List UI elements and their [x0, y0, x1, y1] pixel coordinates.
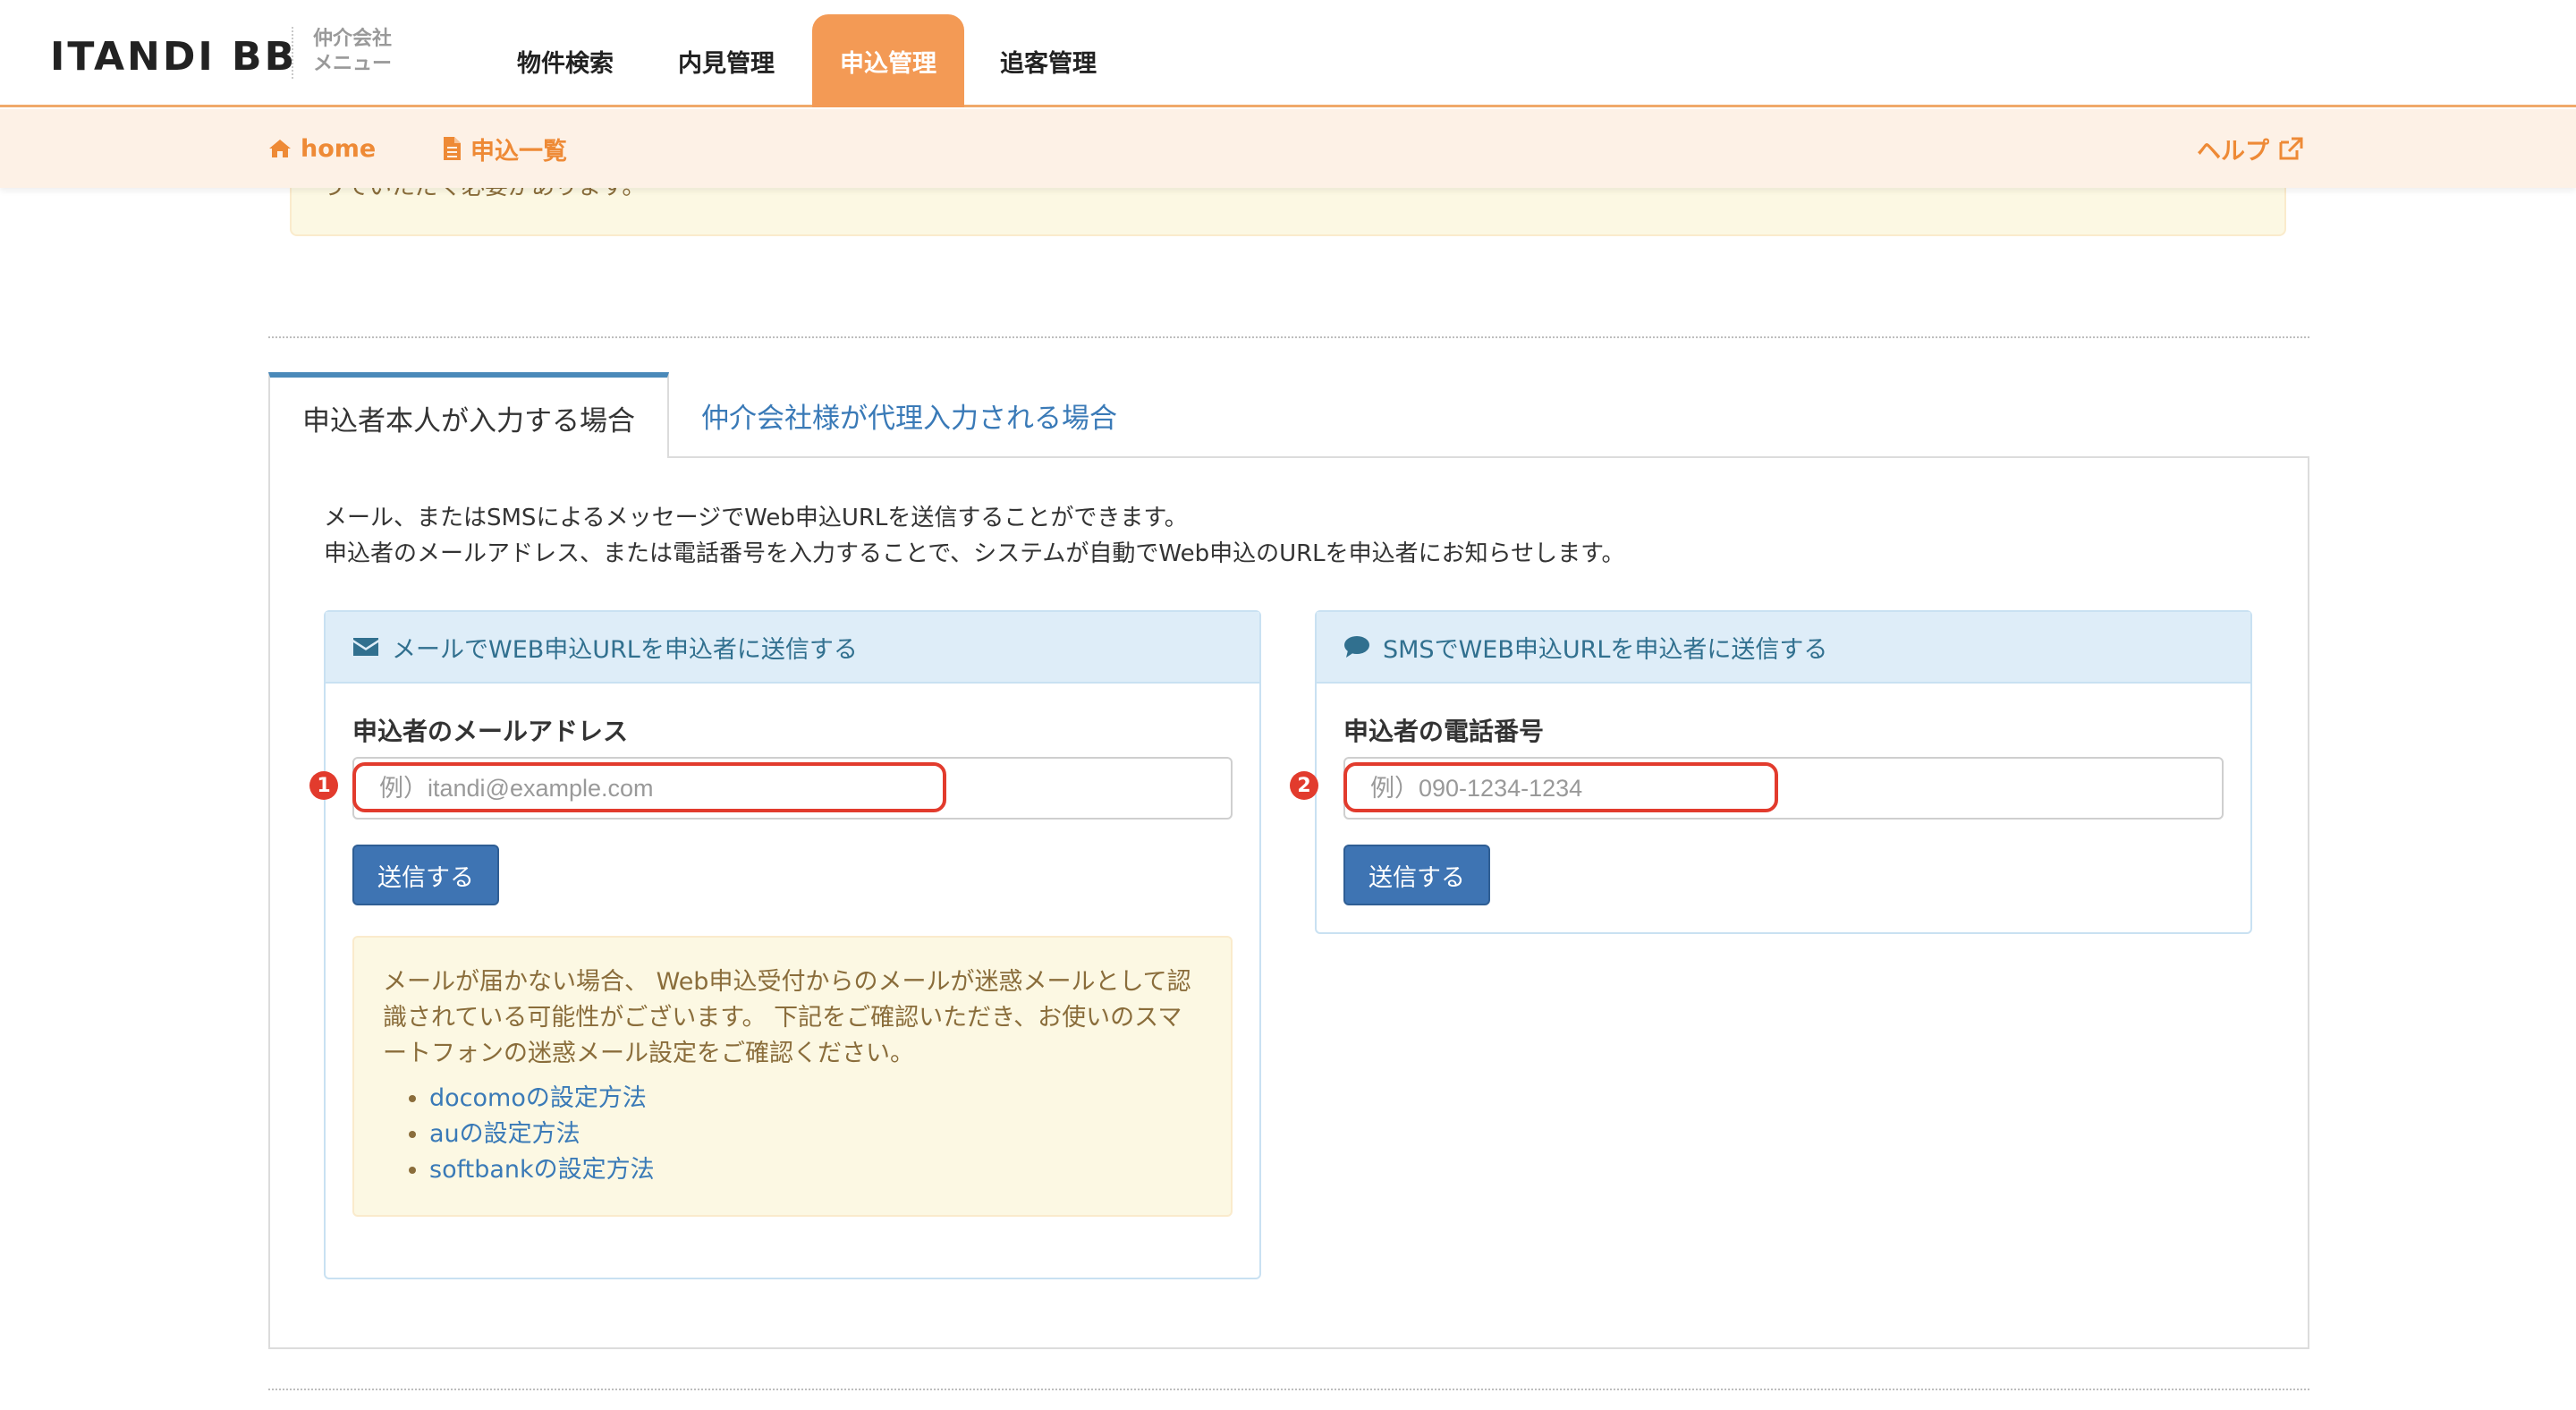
nav-tab-property-search[interactable]: 物件検索 — [490, 14, 640, 107]
list-item: docomoの設定方法 — [429, 1081, 1202, 1117]
application-list-link[interactable]: 申込一覧 — [442, 132, 567, 166]
nav-tab-viewing-management[interactable]: 内見管理 — [651, 14, 801, 107]
sms-send-button[interactable]: 送信する — [1343, 845, 1490, 905]
spam-warning-box: メールが届かない場合、 Web申込受付からのメールが迷惑メールとして認識されてい… — [352, 936, 1233, 1217]
top-header: ITANDI BB 仲介会社 メニュー 物件検索 内見管理 申込管理 追客管理 — [0, 0, 2576, 107]
application-list-label: 申込一覧 — [470, 137, 567, 166]
help-link[interactable]: ヘルプ — [2197, 132, 2303, 166]
divider — [268, 336, 2309, 338]
help-link-label: ヘルプ — [2197, 137, 2269, 166]
logo-subtitle-line2: メニュー — [313, 53, 393, 75]
comment-icon — [1344, 636, 1369, 658]
logo[interactable]: ITANDI BB — [50, 34, 297, 80]
step-badge-2: 2 — [1290, 771, 1318, 800]
sms-card-title: SMSでWEB申込URLを申込者に送信する — [1383, 635, 1828, 664]
list-item: softbankの設定方法 — [429, 1152, 1202, 1188]
docomo-settings-link[interactable]: docomoの設定方法 — [429, 1084, 647, 1112]
tab-agent-input[interactable]: 仲介会社様が代理入力される場合 — [701, 372, 1117, 458]
email-input[interactable] — [352, 757, 1233, 820]
description-line-2: 申込者のメールアドレス、または電話番号を入力することで、システムが自動でWeb申… — [324, 540, 1625, 567]
au-settings-link[interactable]: auの設定方法 — [429, 1120, 580, 1148]
nav-tab-customer-tracking[interactable]: 追客管理 — [973, 14, 1123, 107]
home-link-label: home — [301, 134, 377, 163]
email-send-button[interactable]: 送信する — [352, 845, 499, 905]
email-card-header: メールでWEB申込URLを申込者に送信する — [326, 612, 1259, 684]
nav-tab-application-management[interactable]: 申込管理 — [812, 14, 964, 107]
logo-subtitle-line1: 仲介会社 — [313, 28, 393, 50]
logo-divider — [292, 27, 293, 79]
sms-card-header: SMSでWEB申込URLを申込者に送信する — [1317, 612, 2250, 684]
page: ITANDI BB 仲介会社 メニュー 物件検索 内見管理 申込管理 追客管理 … — [0, 0, 2576, 1410]
home-icon — [269, 140, 291, 157]
email-label: 申込者のメールアドレス — [352, 717, 629, 746]
document-icon — [444, 137, 461, 160]
carrier-links-list: docomoの設定方法 auの設定方法 softbankの設定方法 — [383, 1081, 1202, 1188]
email-card-title: メールでWEB申込URLを申込者に送信する — [392, 635, 858, 664]
phone-label: 申込者の電話番号 — [1343, 717, 1545, 746]
logo-subtitle: 仲介会社 メニュー — [313, 27, 392, 77]
tab-applicant-input[interactable]: 申込者本人が入力する場合 — [268, 372, 669, 458]
step-badge-1: 1 — [309, 771, 338, 800]
list-item: auの設定方法 — [429, 1117, 1202, 1152]
home-link[interactable]: home — [268, 132, 376, 165]
external-link-icon — [2279, 137, 2303, 160]
sub-header: home 申込一覧 ヘルプ — [0, 109, 2576, 188]
envelope-icon — [353, 638, 378, 656]
phone-input[interactable] — [1343, 757, 2224, 820]
softbank-settings-link[interactable]: softbankの設定方法 — [429, 1156, 655, 1184]
email-card: メールでWEB申込URLを申込者に送信する 申込者のメールアドレス 送信する メ… — [324, 610, 1261, 1279]
divider — [268, 1389, 2309, 1390]
spam-warning-text: メールが届かない場合、 Web申込受付からのメールが迷惑メールとして認識されてい… — [383, 968, 1191, 1067]
description-line-1: メール、またはSMSによるメッセージでWeb申込URLを送信することができます。 — [324, 505, 1188, 531]
sms-card: SMSでWEB申込URLを申込者に送信する 申込者の電話番号 送信する — [1315, 610, 2252, 934]
